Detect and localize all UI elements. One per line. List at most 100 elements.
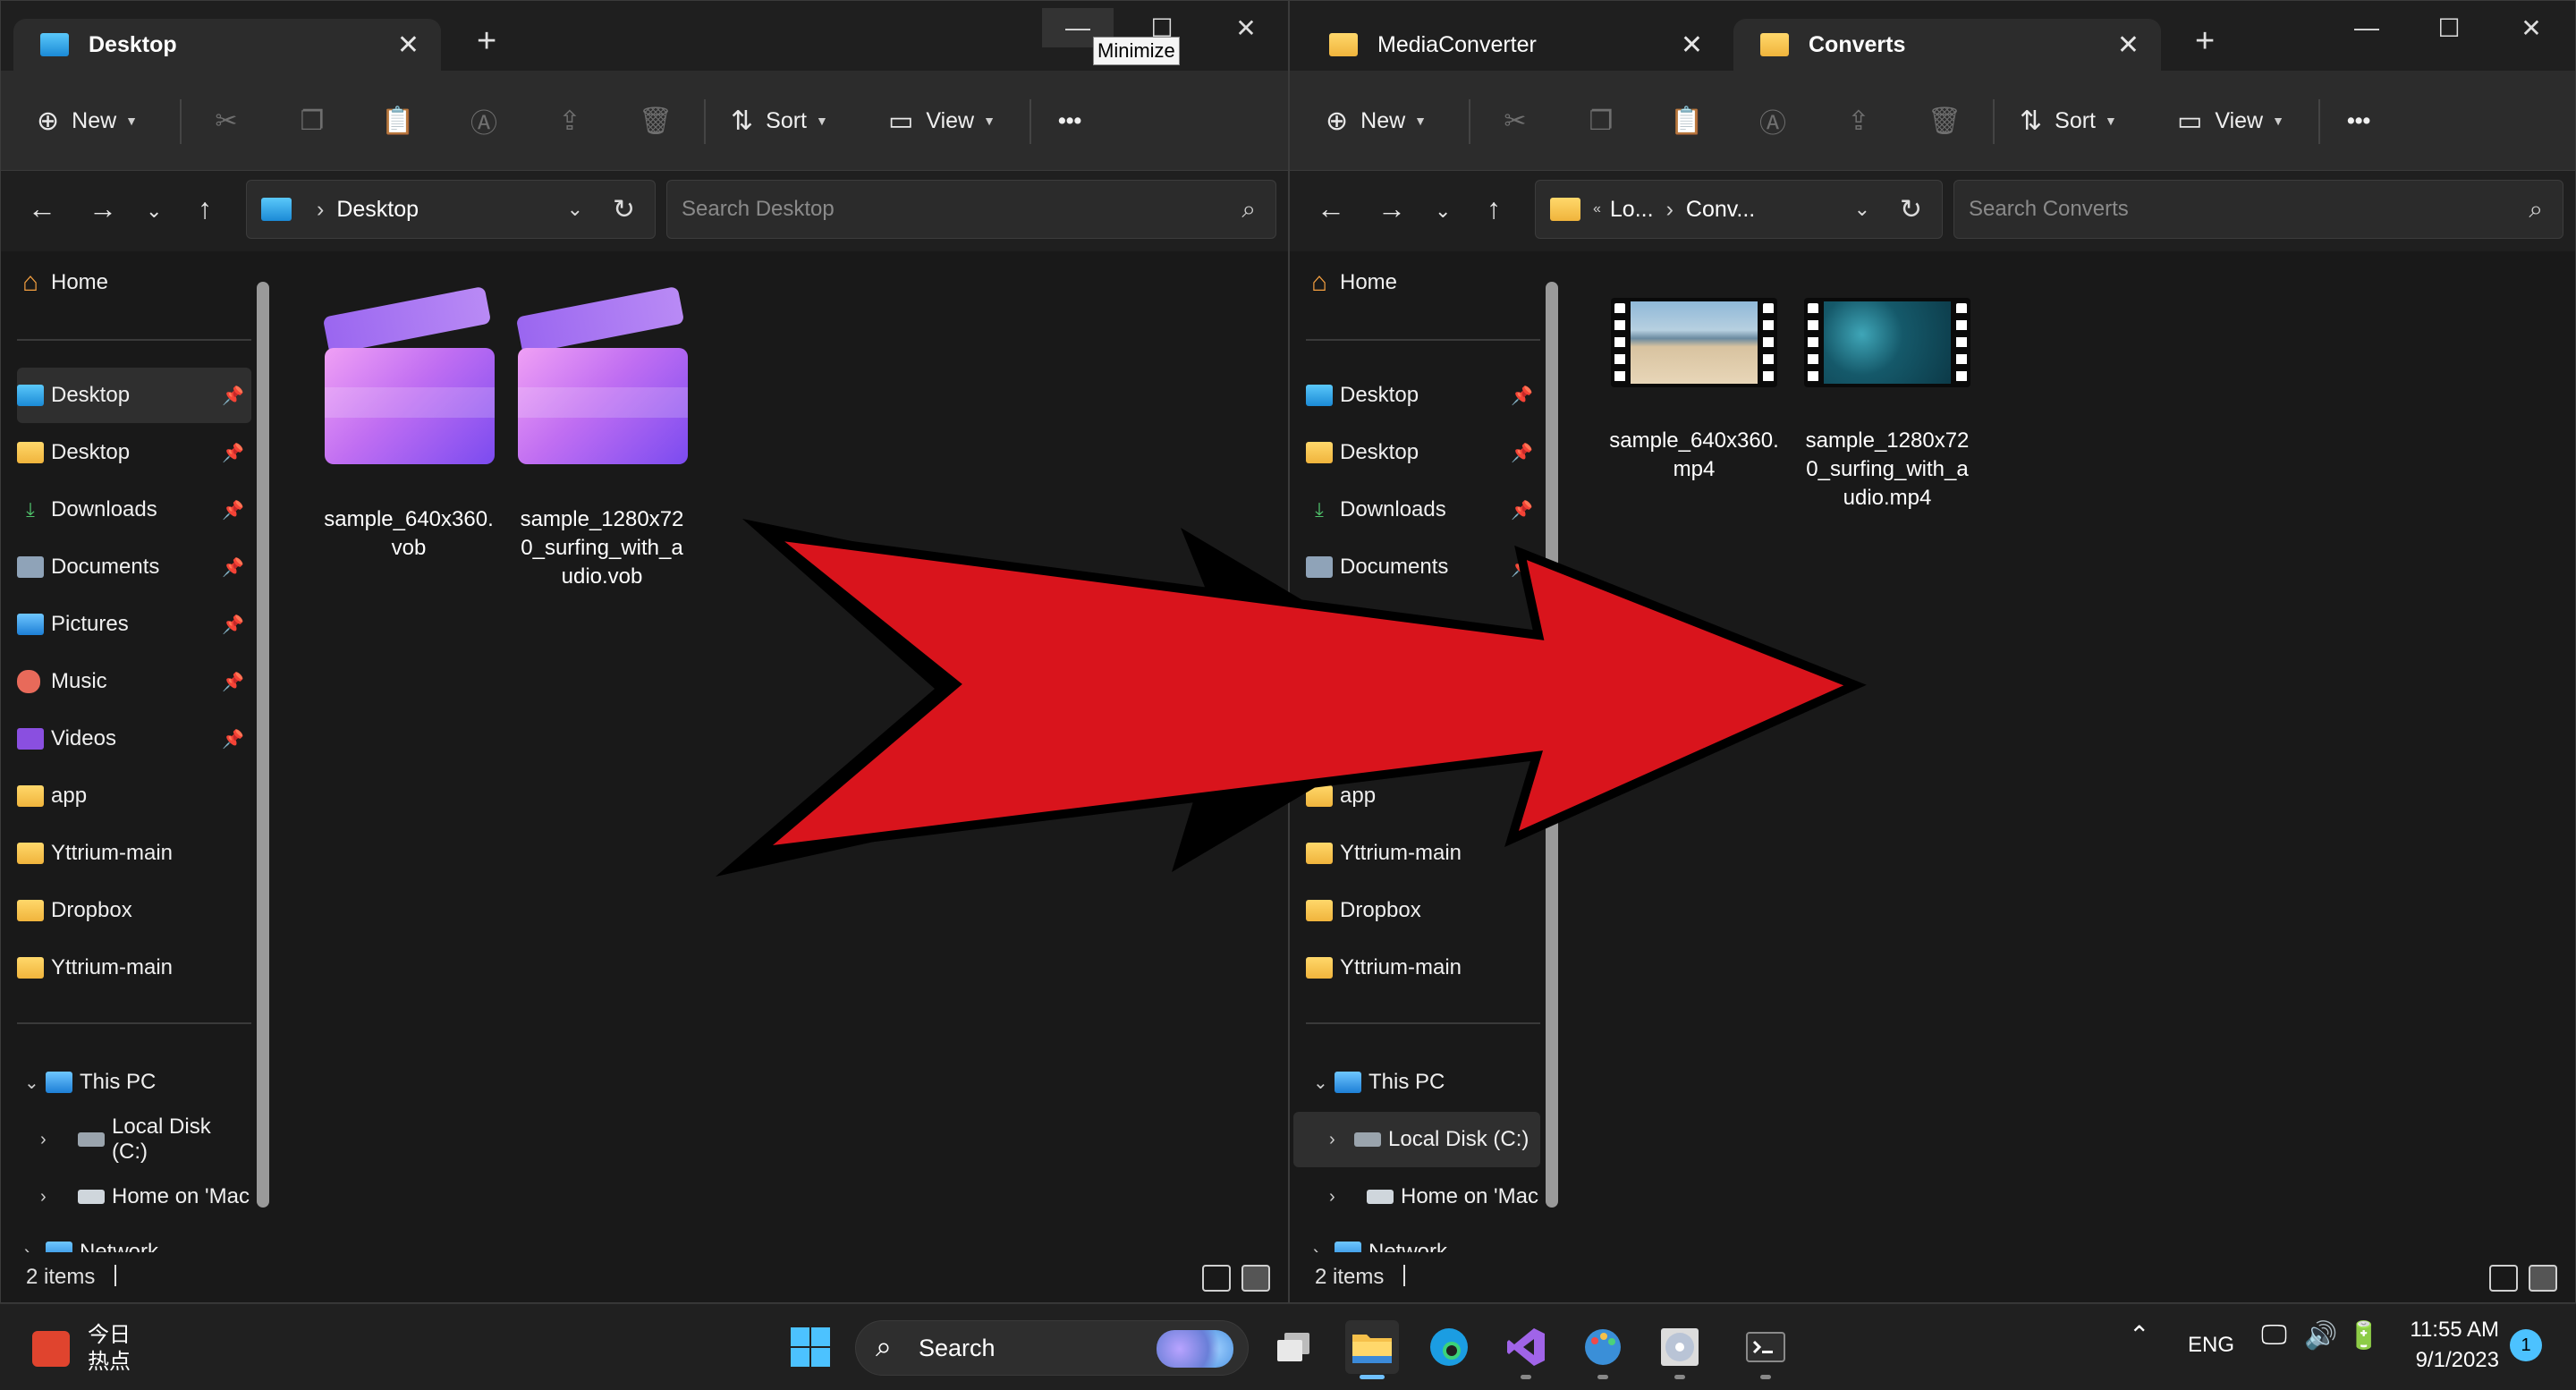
sidebar-item-home-mac[interactable]: › Home on 'Mac: [1306, 1169, 1540, 1225]
refresh-icon[interactable]: ↻: [1900, 194, 1922, 225]
close-tab-icon[interactable]: ✕: [1681, 30, 1703, 61]
sidebar-item-downloads[interactable]: ⤓ Downloads 📌: [17, 482, 251, 538]
sidebar-item-dropbox[interactable]: Dropbox: [1306, 883, 1540, 938]
tab-desktop[interactable]: Desktop ✕: [13, 19, 441, 71]
rename-icon[interactable]: Ⓐ: [464, 101, 504, 140]
chevron-right-icon[interactable]: ›: [40, 1130, 47, 1150]
media-app-taskbar-button[interactable]: [1653, 1320, 1707, 1379]
file-item[interactable]: sample_1280x72 0_surfing_with_a udio.vob: [513, 262, 691, 591]
sidebar-item-home[interactable]: ⌂ Home: [17, 255, 251, 310]
share-icon[interactable]: ⇪: [1839, 101, 1878, 140]
maximize-button[interactable]: ☐: [2413, 8, 2485, 47]
recent-locations-icon[interactable]: ⌄: [146, 199, 162, 223]
close-window-button[interactable]: ✕: [1210, 8, 1282, 47]
cut-icon[interactable]: ✂: [207, 101, 246, 140]
overflow-chevron-icon[interactable]: «: [1593, 201, 1601, 217]
paint-taskbar-button[interactable]: [1576, 1320, 1630, 1379]
recent-locations-icon[interactable]: ⌄: [1435, 199, 1451, 223]
back-icon[interactable]: ←: [1317, 192, 1345, 225]
paste-icon[interactable]: 📋: [378, 101, 418, 140]
tab-mediaconverter[interactable]: MediaConverter ✕: [1302, 19, 1724, 71]
refresh-icon[interactable]: ↻: [613, 194, 635, 225]
tab-converts[interactable]: Converts ✕: [1733, 19, 2161, 71]
sort-button[interactable]: ⇅ Sort ▼: [2020, 101, 2117, 140]
system-clock[interactable]: 11:55 AM 9/1/2023: [2410, 1315, 2499, 1376]
sidebar-item-desktop[interactable]: Desktop 📌: [1306, 368, 1540, 423]
rename-icon[interactable]: Ⓐ: [1753, 101, 1792, 140]
terminal-taskbar-button[interactable]: [1739, 1320, 1792, 1379]
sidebar-item-desktop-folder[interactable]: Desktop 📌: [17, 425, 251, 480]
sidebar-item-pictures[interactable]: Pictures 📌: [17, 597, 251, 652]
view-button[interactable]: ▭ View ▼: [888, 101, 996, 140]
minimize-button[interactable]: —: [2331, 8, 2402, 47]
chevron-down-icon[interactable]: ⌄: [1854, 198, 1870, 221]
copy-icon[interactable]: ❐: [292, 101, 332, 140]
sort-button[interactable]: ⇅ Sort ▼: [731, 101, 828, 140]
new-tab-button[interactable]: +: [477, 24, 496, 58]
sidebar-item-desktop[interactable]: Desktop 📌: [17, 368, 251, 423]
battery-icon[interactable]: 🔋: [2347, 1320, 2380, 1352]
close-tab-icon[interactable]: ✕: [397, 30, 419, 61]
more-options-button[interactable]: •••: [1058, 101, 1081, 140]
sidebar-item-this-pc[interactable]: ⌄ This PC: [1306, 1055, 1540, 1110]
forward-icon[interactable]: →: [89, 192, 117, 225]
scrollbar[interactable]: [257, 282, 269, 1208]
chevron-down-icon[interactable]: ⌄: [1313, 1072, 1328, 1094]
edge-taskbar-button[interactable]: [1422, 1320, 1476, 1374]
copy-icon[interactable]: ❐: [1581, 101, 1621, 140]
view-button[interactable]: ▭ View ▼: [2177, 101, 2284, 140]
sidebar-item-desktop-folder[interactable]: Desktop 📌: [1306, 425, 1540, 480]
breadcrumb-local[interactable]: Lo...: [1610, 197, 1654, 223]
up-icon[interactable]: ↑: [198, 192, 212, 225]
more-options-button[interactable]: •••: [2347, 101, 2370, 140]
file-item[interactable]: sample_640x360. vob: [319, 262, 498, 563]
new-button[interactable]: ⊕ New ▼: [1326, 101, 1427, 140]
new-button[interactable]: ⊕ New ▼: [37, 101, 138, 140]
forward-icon[interactable]: →: [1377, 192, 1406, 225]
file-item[interactable]: sample_640x360. mp4: [1605, 269, 1784, 484]
sidebar-item-documents[interactable]: Documents 📌: [17, 539, 251, 595]
volume-icon[interactable]: 🔊: [2304, 1320, 2337, 1352]
start-button[interactable]: [784, 1320, 837, 1374]
chevron-right-icon[interactable]: ›: [1329, 1130, 1335, 1150]
paste-icon[interactable]: 📋: [1667, 101, 1707, 140]
new-tab-button[interactable]: +: [2195, 24, 2215, 58]
sidebar-item-music[interactable]: Music 📌: [17, 654, 251, 709]
sidebar-item-videos[interactable]: Videos 📌: [17, 711, 251, 767]
network-status-icon[interactable]: 🖵: [2261, 1320, 2287, 1351]
share-icon[interactable]: ⇪: [550, 101, 589, 140]
language-indicator[interactable]: ENG: [2188, 1333, 2234, 1358]
chevron-down-icon[interactable]: ⌄: [567, 198, 583, 221]
large-icons-view-icon[interactable]: [2529, 1265, 2557, 1292]
up-icon[interactable]: ↑: [1487, 192, 1501, 225]
visual-studio-taskbar-button[interactable]: [1499, 1320, 1553, 1379]
close-window-button[interactable]: ✕: [2496, 8, 2567, 47]
notification-badge[interactable]: 1: [2510, 1329, 2542, 1361]
task-view-button[interactable]: [1267, 1320, 1320, 1374]
sidebar-item-yttrium-main[interactable]: Yttrium-main: [17, 826, 251, 881]
back-icon[interactable]: ←: [28, 192, 56, 225]
chevron-right-icon[interactable]: ›: [40, 1187, 47, 1208]
address-bar[interactable]: « Lo... › Conv... ⌄ ↻: [1535, 180, 1943, 239]
sidebar-item-local-disk[interactable]: › Local Disk (C:): [1293, 1112, 1540, 1167]
chevron-right-icon[interactable]: ›: [1329, 1187, 1335, 1208]
delete-icon[interactable]: 🗑: [636, 101, 675, 140]
breadcrumb-desktop[interactable]: Desktop: [336, 197, 419, 223]
delete-icon[interactable]: 🗑: [1925, 101, 1964, 140]
sidebar-item-home[interactable]: ⌂ Home: [1306, 255, 1540, 310]
widgets-button[interactable]: 今日 热点: [32, 1322, 131, 1376]
chevron-down-icon[interactable]: ⌄: [24, 1072, 39, 1094]
sidebar-item-home-mac[interactable]: › Home on 'Mac: [17, 1169, 251, 1225]
search-input[interactable]: Search Desktop ⌕: [666, 180, 1276, 239]
sidebar-item-yttrium-main-2[interactable]: Yttrium-main: [1306, 940, 1540, 996]
cut-icon[interactable]: ✂: [1496, 101, 1535, 140]
details-view-icon[interactable]: [2489, 1265, 2518, 1292]
close-tab-icon[interactable]: ✕: [2117, 30, 2140, 61]
sidebar-item-this-pc[interactable]: ⌄ This PC: [17, 1055, 251, 1110]
address-bar[interactable]: › Desktop ⌄ ↻: [246, 180, 656, 239]
search-input[interactable]: Search Converts ⌕: [1953, 180, 2563, 239]
taskbar-search[interactable]: ⌕ Search: [855, 1320, 1249, 1376]
breadcrumb-converts[interactable]: Conv...: [1686, 197, 1755, 223]
large-icons-view-icon[interactable]: [1241, 1265, 1270, 1292]
sidebar-item-yttrium-main-2[interactable]: Yttrium-main: [17, 940, 251, 996]
